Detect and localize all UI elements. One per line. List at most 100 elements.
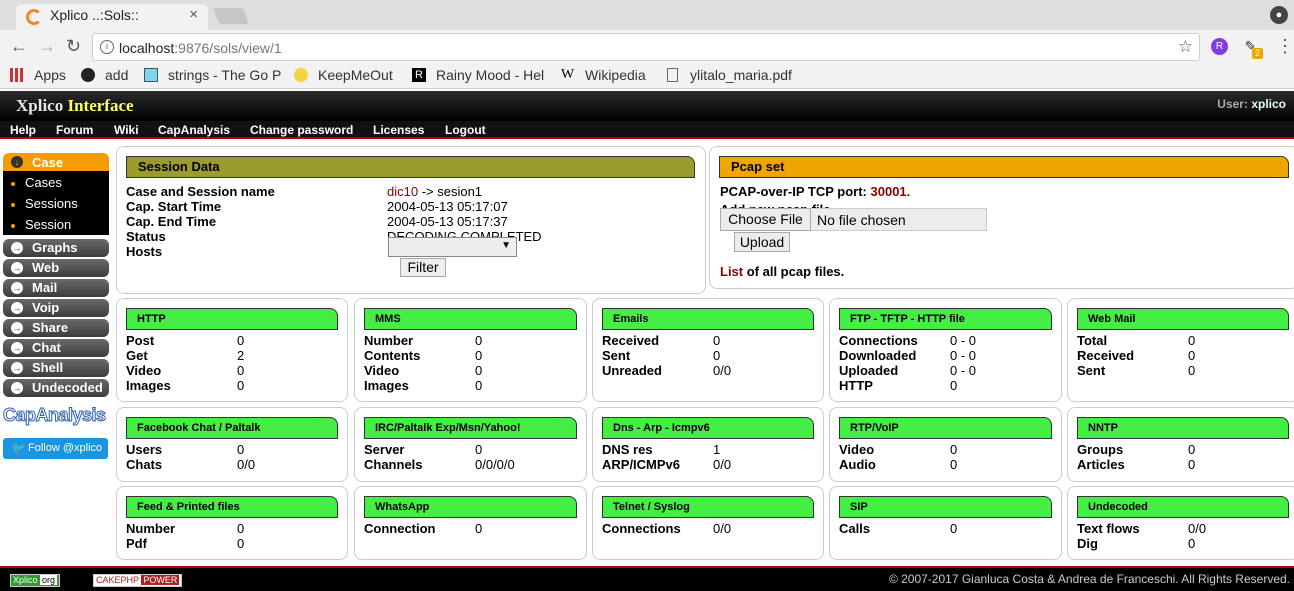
stat-value: 0 [950,442,958,457]
close-tab-icon[interactable]: × [189,6,198,23]
profile-icon[interactable]: ● [1270,6,1288,24]
user-label-text: User: [1217,97,1248,111]
sidebar-item-session[interactable]: Session [25,217,71,232]
footer: Xplico org CAKEPHP POWER © 2007-2017 Gia… [0,566,1294,591]
bullet-icon [11,224,15,228]
menu-forum[interactable]: Forum [56,123,93,137]
copyright-text: © 2007-2017 Gianluca Costa & Andrea de F… [888,572,1290,586]
panel-title: Web Mail [1077,308,1289,330]
sidebar-item-web[interactable]: → Web [3,259,109,277]
sidebar-item-graphs[interactable]: → Graphs [3,239,109,257]
bookmark-add[interactable]: add [105,67,128,83]
pcap-port-line: PCAP-over-IP TCP port: 30001. [720,184,910,199]
browser-tab[interactable]: Xplico ..:Sols:: × [16,4,208,30]
url-host: localhost [119,40,175,56]
bullet-icon [11,182,15,186]
stat-label: Channels [364,457,423,472]
pcap-list-link[interactable]: List [720,264,743,279]
wikipedia-icon: W [561,67,575,82]
sidebar-item-voip[interactable]: → Voip [3,299,109,317]
stat-value: 0 - 0 [950,363,977,378]
stat-label: Sent [602,348,631,363]
stat-value: 0 [475,348,483,363]
sidebar-item-undecoded[interactable]: → Undecoded [3,379,109,397]
logo-interface: Interface [67,96,134,115]
stat-value: 0 [475,333,483,348]
sidebar-item-shell[interactable]: → Shell [3,359,109,377]
session-data-title: Session Data [126,156,695,178]
bookmark-strings[interactable]: strings - The Go P [168,67,281,83]
case-name[interactable]: dic10 [387,184,418,199]
menu-logout[interactable]: Logout [445,123,486,137]
gopher-icon [144,68,158,82]
whatsapp-panel: WhatsApp Connection 0 [354,486,587,560]
upload-button[interactable]: Upload [734,232,790,252]
capanalysis-logo[interactable]: CapAnalysis [3,405,109,429]
info-icon[interactable]: i [100,40,114,54]
panel-title: SIP [839,496,1052,518]
stat-value: 0 [237,363,245,378]
label-start-time: Cap. Start Time [126,199,222,214]
cakephp-power-badge[interactable]: CAKEPHP POWER [93,574,183,587]
stat-value: 0 [1188,333,1196,348]
panel-title: MMS [364,308,577,330]
sidebar-item-sessions[interactable]: Sessions [25,196,78,211]
stat-label: Images [364,378,409,393]
panel-title: NNTP [1077,417,1289,439]
menu-change-password[interactable]: Change password [250,123,353,137]
badge-xplico: Xplico [13,575,38,585]
stat-value: 0 [475,521,483,536]
xplico-logo[interactable]: Xplico Interface [16,96,134,116]
screen: Xplico ..:Sols:: × ● ← → ↻ i localhost:9… [0,0,1294,591]
stat-label: Text flows [1077,521,1140,536]
filter-button[interactable]: Filter [400,258,446,277]
stat-value: 0 [475,378,483,393]
stat-value: 0 [713,348,721,363]
pcap-list-line: List of all pcap files. [720,264,844,279]
xplico-org-badge[interactable]: Xplico org [10,574,61,587]
menu-icon[interactable]: ⋮ [1276,36,1294,56]
sidebar-case-header[interactable]: ↓ Case [3,153,109,171]
stat-label: DNS res [602,442,653,457]
bookmark-wikipedia[interactable]: Wikipedia [585,67,646,83]
stat-value: 0 [475,363,483,378]
stat-label: Video [126,363,162,378]
sidebar-item-share[interactable]: → Share [3,319,109,337]
stat-value: 1 [713,442,721,457]
forward-icon[interactable]: → [38,36,56,56]
arrow-right-icon: → [11,382,23,394]
extension-r-icon[interactable]: R [1211,38,1228,55]
sidebar-item-mail[interactable]: → Mail [3,279,109,297]
menu-capanalysis[interactable]: CapAnalysis [158,123,230,137]
arrow-right-icon: → [11,262,23,274]
bookmark-keepmeout[interactable]: KeepMeOut [318,67,393,83]
sidebar-item-label: Mail [32,280,58,295]
twitter-follow-button[interactable]: 🐦 Follow @xplico [3,438,108,459]
reload-icon[interactable]: ↻ [66,36,81,56]
bookmark-star-icon[interactable]: ☆ [1178,37,1193,57]
mms-panel: MMS Number 0 Contents 0 Video 0 Images 0 [354,298,587,402]
hosts-select[interactable]: ▼ [388,237,517,257]
sidebar-item-chat[interactable]: → Chat [3,339,109,357]
menu-wiki[interactable]: Wiki [114,123,139,137]
stat-label: Groups [1077,442,1124,457]
panel-title: Telnet / Syslog [602,496,814,518]
choose-file-button[interactable]: Choose File [720,208,811,231]
menu-licenses[interactable]: Licenses [373,123,424,137]
stat-label: Received [602,333,660,348]
bookmark-ylitalo[interactable]: ylitalo_maria.pdf [690,67,802,83]
address-bar[interactable]: i localhost:9876/sols/view/1 ☆ [92,33,1200,61]
stat-value: 0/0 [713,363,732,378]
bookmark-apps[interactable]: Apps [34,67,66,83]
bookmark-rainy-mood[interactable]: Rainy Mood - Hel [436,67,548,83]
sidebar-item-cases[interactable]: Cases [25,175,62,190]
new-tab-button[interactable] [213,8,249,24]
stat-label: Get [126,348,148,363]
menu-help[interactable]: Help [10,123,36,137]
stat-value: 0 [1188,348,1196,363]
back-icon[interactable]: ← [10,36,28,56]
smiley-icon [294,68,308,82]
stat-label: Connections [602,521,681,536]
facebook-chat-paltalk-panel: Facebook Chat / Paltalk Users 0 Chats 0/0 [116,407,348,482]
bullet-icon [11,203,15,207]
